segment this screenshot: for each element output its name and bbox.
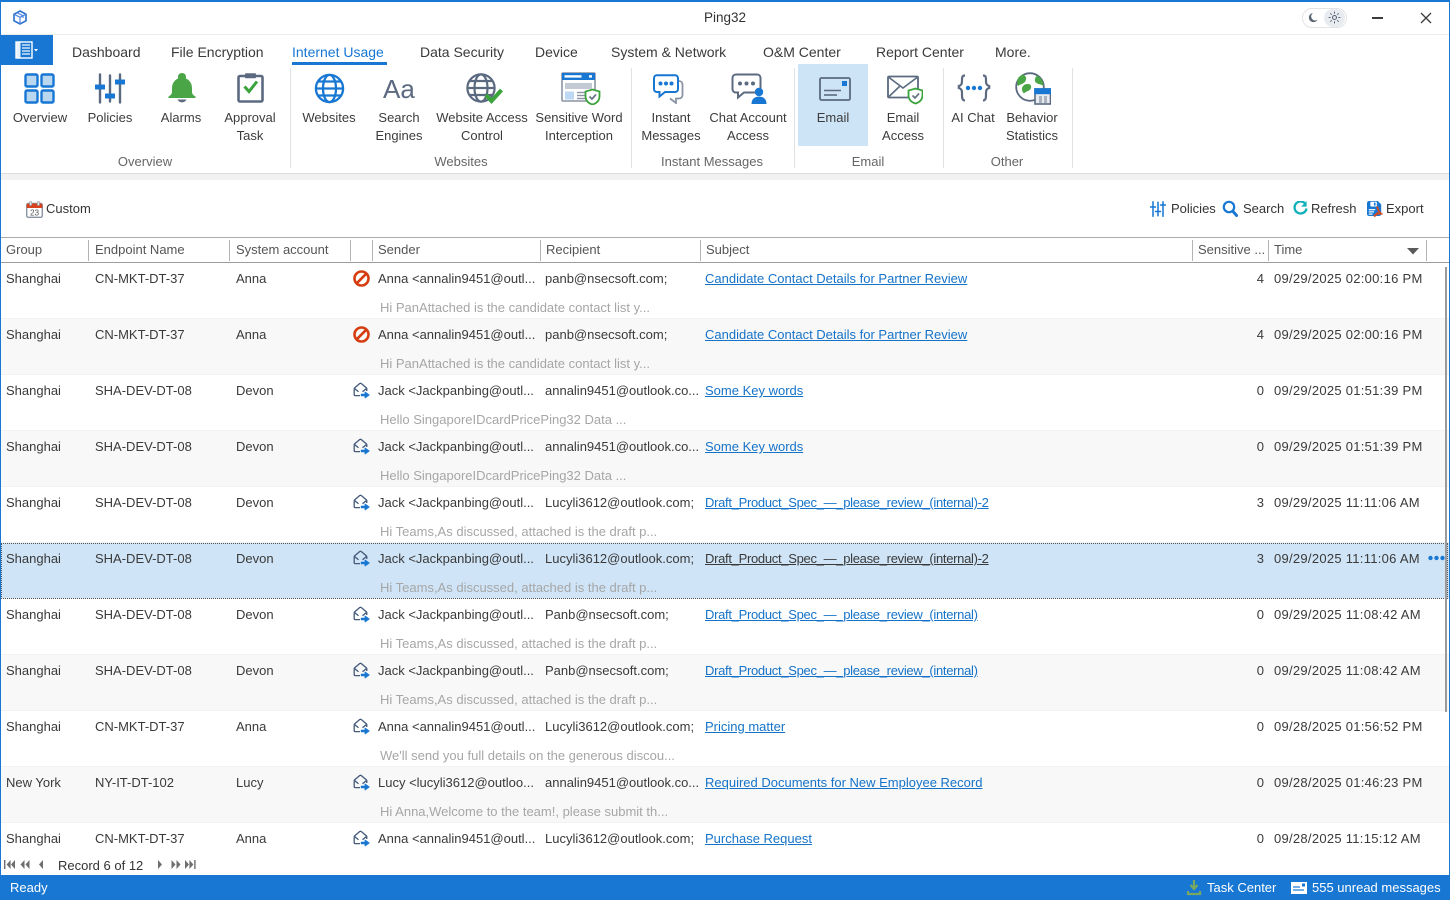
svg-text:23: 23	[30, 209, 40, 218]
